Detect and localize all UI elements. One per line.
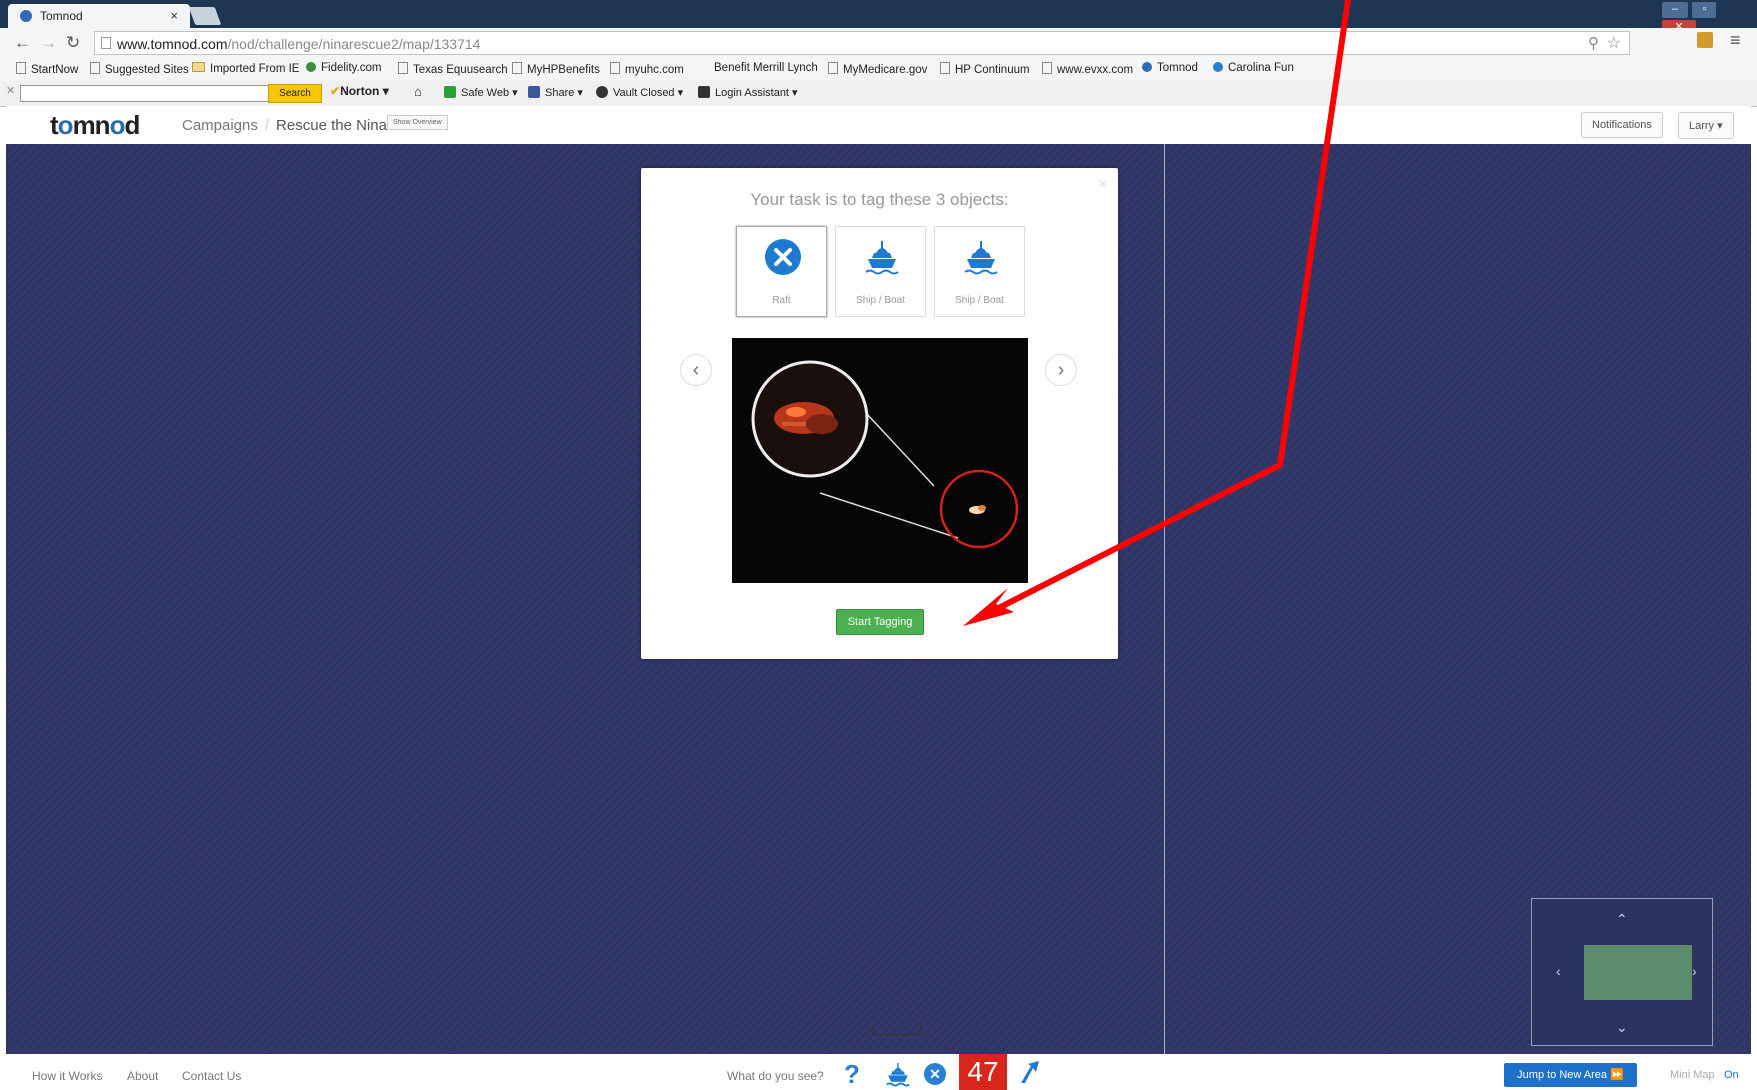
annotation-arrow bbox=[963, 0, 1351, 626]
